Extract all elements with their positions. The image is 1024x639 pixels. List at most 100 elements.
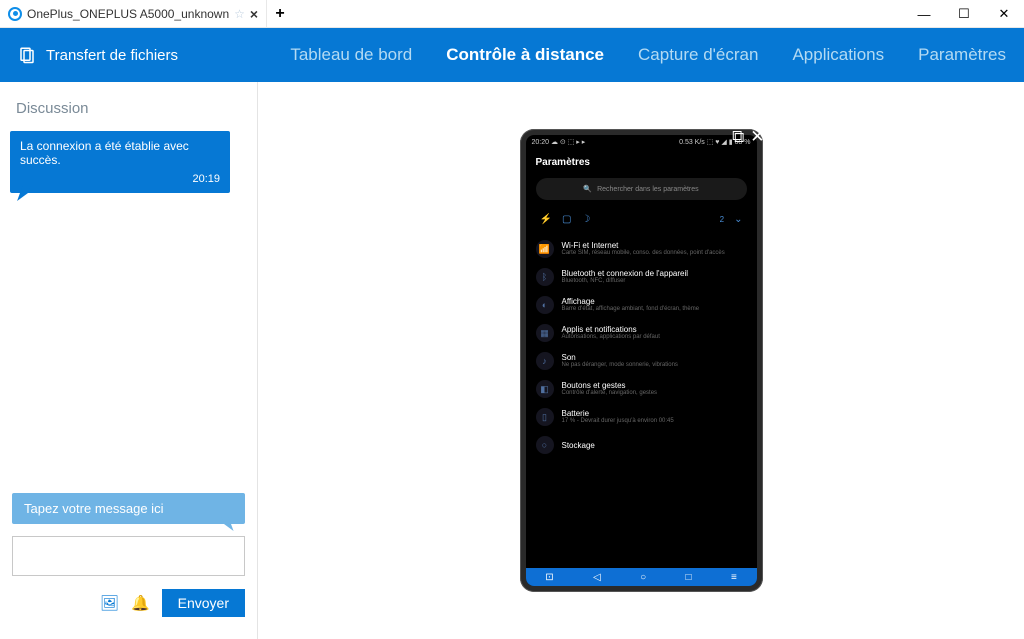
- star-icon[interactable]: ☆: [234, 7, 245, 21]
- settings-row-icon: ◧: [536, 380, 554, 398]
- search-icon: 🔍: [583, 185, 592, 193]
- tab-close-icon[interactable]: ×: [250, 6, 258, 22]
- compose-actions: 🖼 🔔 Envoyer: [12, 589, 245, 617]
- settings-row-icon: ♪: [536, 352, 554, 370]
- settings-row-text: SonNe pas déranger, mode sonnerie, vibra…: [562, 353, 678, 369]
- file-transfer-label: Transfert de fichiers: [46, 47, 178, 64]
- settings-row[interactable]: ◐ AffichageBarre d'état, affichage ambian…: [536, 291, 747, 319]
- settings-row[interactable]: ◧ Boutons et gestesContrôle d'alerte, nav…: [536, 375, 747, 403]
- send-button[interactable]: Envoyer: [162, 589, 245, 617]
- nav-menu-icon[interactable]: ≡: [731, 572, 737, 583]
- settings-row-subtitle: Contrôle d'alerte, navigation, gestes: [562, 390, 658, 397]
- settings-row-title: Boutons et gestes: [562, 381, 658, 390]
- settings-row-title: Stockage: [562, 441, 595, 450]
- minimize-button[interactable]: —: [904, 0, 944, 28]
- window-controls: — ☐ ✕: [904, 0, 1024, 28]
- file-transfer-icon: [18, 46, 36, 64]
- tab-settings[interactable]: Paramètres: [918, 45, 1006, 65]
- settings-row-text: Stockage: [562, 441, 595, 450]
- settings-list[interactable]: 📶 Wi-Fi et InternetCarte SIM, réseau mobi…: [526, 235, 757, 568]
- android-nav-bar: ⊡ ◁ ○ □ ≡: [526, 568, 757, 586]
- quick-icon-1[interactable]: ⚡: [540, 214, 552, 225]
- settings-row-icon: 📶: [536, 240, 554, 258]
- new-tab-button[interactable]: +: [267, 5, 293, 23]
- tab-dashboard[interactable]: Tableau de bord: [290, 45, 412, 65]
- status-left: 20:20 ☁ ⊙ ⬚ ▸ ▸: [532, 138, 586, 146]
- nav-home-icon[interactable]: ○: [640, 572, 646, 583]
- search-placeholder: Rechercher dans les paramètres: [597, 186, 699, 193]
- settings-row-icon: ▯: [536, 408, 554, 426]
- close-remote-icon[interactable]: ✕: [750, 127, 764, 147]
- settings-row[interactable]: ᛒ Bluetooth et connexion de l'appareilBlu…: [536, 263, 747, 291]
- quick-icon-3[interactable]: ☽: [581, 214, 590, 225]
- chat-message-text: La connexion a été établie avec succès.: [20, 139, 189, 167]
- settings-row-title: Batterie: [562, 409, 674, 418]
- android-status-bar: 20:20 ☁ ⊙ ⬚ ▸ ▸ 0.53 K/s ⬚ ♥ ◢ ▮ 68 %: [526, 135, 757, 149]
- chat-hint: Tapez votre message ici: [12, 493, 245, 524]
- settings-row-title: Bluetooth et connexion de l'appareil: [562, 269, 689, 278]
- settings-row-text: Batterie17 % - Devrait durer jusqu'à env…: [562, 409, 674, 425]
- settings-row[interactable]: ▯ Batterie17 % - Devrait durer jusqu'à en…: [536, 403, 747, 431]
- settings-row-icon: ◐: [536, 296, 554, 314]
- settings-row-text: Wi-Fi et InternetCarte SIM, réseau mobil…: [562, 241, 725, 257]
- tab-device[interactable]: OnePlus_ONEPLUS A5000_unknown ☆ ×: [0, 0, 267, 27]
- nav-back-icon[interactable]: ◁: [593, 572, 601, 583]
- settings-row-text: Bluetooth et connexion de l'appareilBlue…: [562, 269, 689, 285]
- quick-icon-2[interactable]: ▢: [562, 214, 571, 225]
- quick-settings-row: ⚡ ▢ ☽ 2 ⌄: [526, 210, 757, 235]
- maximize-button[interactable]: ☐: [944, 0, 984, 28]
- settings-row[interactable]: 📶 Wi-Fi et InternetCarte SIM, réseau mobi…: [536, 235, 747, 263]
- device-frame: ⧉ ✕ 20:20 ☁ ⊙ ⬚ ▸ ▸ 0.53 K/s ⬚ ♥ ◢ ▮ 68 …: [520, 129, 763, 592]
- quick-count: 2: [720, 215, 724, 224]
- settings-row-subtitle: Carte SIM, réseau mobile, conso. des don…: [562, 250, 725, 257]
- bell-icon[interactable]: 🔔: [131, 594, 150, 612]
- settings-row-title: Affichage: [562, 297, 700, 306]
- attach-icon[interactable]: 🖼: [100, 594, 119, 612]
- tab-title: OnePlus_ONEPLUS A5000_unknown: [27, 7, 229, 21]
- settings-row-text: Boutons et gestesContrôle d'alerte, navi…: [562, 381, 658, 397]
- chevron-down-icon[interactable]: ⌄: [734, 214, 742, 225]
- header-nav: Tableau de bord Contrôle à distance Capt…: [290, 45, 1006, 65]
- settings-row-icon: ▦: [536, 324, 554, 342]
- app-header: Transfert de fichiers Tableau de bord Co…: [0, 28, 1024, 82]
- main-area: Discussion La connexion a été établie av…: [0, 82, 1024, 639]
- settings-search[interactable]: 🔍 Rechercher dans les paramètres: [536, 178, 747, 200]
- settings-row-subtitle: Bluetooth, NFC, diffuser: [562, 278, 689, 285]
- settings-row-text: AffichageBarre d'état, affichage ambiant…: [562, 297, 700, 313]
- chat-message-time: 20:19: [20, 173, 220, 185]
- settings-row-subtitle: Barre d'état, affichage ambiant, fond d'…: [562, 306, 700, 313]
- remote-screen-panel: ⧉ ✕ 20:20 ☁ ⊙ ⬚ ▸ ▸ 0.53 K/s ⬚ ♥ ◢ ▮ 68 …: [258, 82, 1024, 639]
- settings-page-title: Paramètres: [526, 149, 757, 178]
- settings-row-subtitle: 17 % - Devrait durer jusqu'à environ 00:…: [562, 418, 674, 425]
- settings-row-subtitle: Autorisations, applications par défaut: [562, 334, 660, 341]
- device-overlay-controls: ⧉ ✕: [732, 127, 764, 147]
- tab-remote-control[interactable]: Contrôle à distance: [446, 45, 604, 65]
- close-button[interactable]: ✕: [984, 0, 1024, 28]
- chat-sidebar: Discussion La connexion a été établie av…: [0, 82, 258, 639]
- settings-row-icon: ○: [536, 436, 554, 454]
- settings-row-subtitle: Ne pas déranger, mode sonnerie, vibratio…: [562, 362, 678, 369]
- tab-screenshot[interactable]: Capture d'écran: [638, 45, 758, 65]
- chat-title: Discussion: [0, 92, 257, 125]
- popout-icon[interactable]: ⧉: [732, 127, 744, 147]
- settings-row[interactable]: ○ Stockage: [536, 431, 747, 459]
- settings-row[interactable]: ▦ Applis et notificationsAutorisations, a…: [536, 319, 747, 347]
- nav-tv-icon[interactable]: ⊡: [545, 572, 553, 583]
- settings-row-title: Son: [562, 353, 678, 362]
- tab-group: OnePlus_ONEPLUS A5000_unknown ☆ × +: [0, 0, 293, 27]
- chat-bubble: La connexion a été établie avec succès. …: [10, 131, 230, 193]
- settings-row[interactable]: ♪ SonNe pas déranger, mode sonnerie, vibr…: [536, 347, 747, 375]
- message-input[interactable]: [12, 536, 245, 576]
- device-screen[interactable]: 20:20 ☁ ⊙ ⬚ ▸ ▸ 0.53 K/s ⬚ ♥ ◢ ▮ 68 % Pa…: [526, 135, 757, 586]
- file-transfer-button[interactable]: Transfert de fichiers: [18, 46, 178, 64]
- settings-row-title: Applis et notifications: [562, 325, 660, 334]
- teamviewer-icon: [8, 7, 22, 21]
- settings-row-icon: ᛒ: [536, 268, 554, 286]
- settings-row-text: Applis et notificationsAutorisations, ap…: [562, 325, 660, 341]
- settings-row-title: Wi-Fi et Internet: [562, 241, 725, 250]
- chat-messages: La connexion a été établie avec succès. …: [0, 125, 257, 485]
- title-bar: OnePlus_ONEPLUS A5000_unknown ☆ × + — ☐ …: [0, 0, 1024, 28]
- nav-recent-icon[interactable]: □: [686, 572, 692, 583]
- chat-compose: Tapez votre message ici 🖼 🔔 Envoyer: [0, 485, 257, 629]
- tab-applications[interactable]: Applications: [792, 45, 884, 65]
